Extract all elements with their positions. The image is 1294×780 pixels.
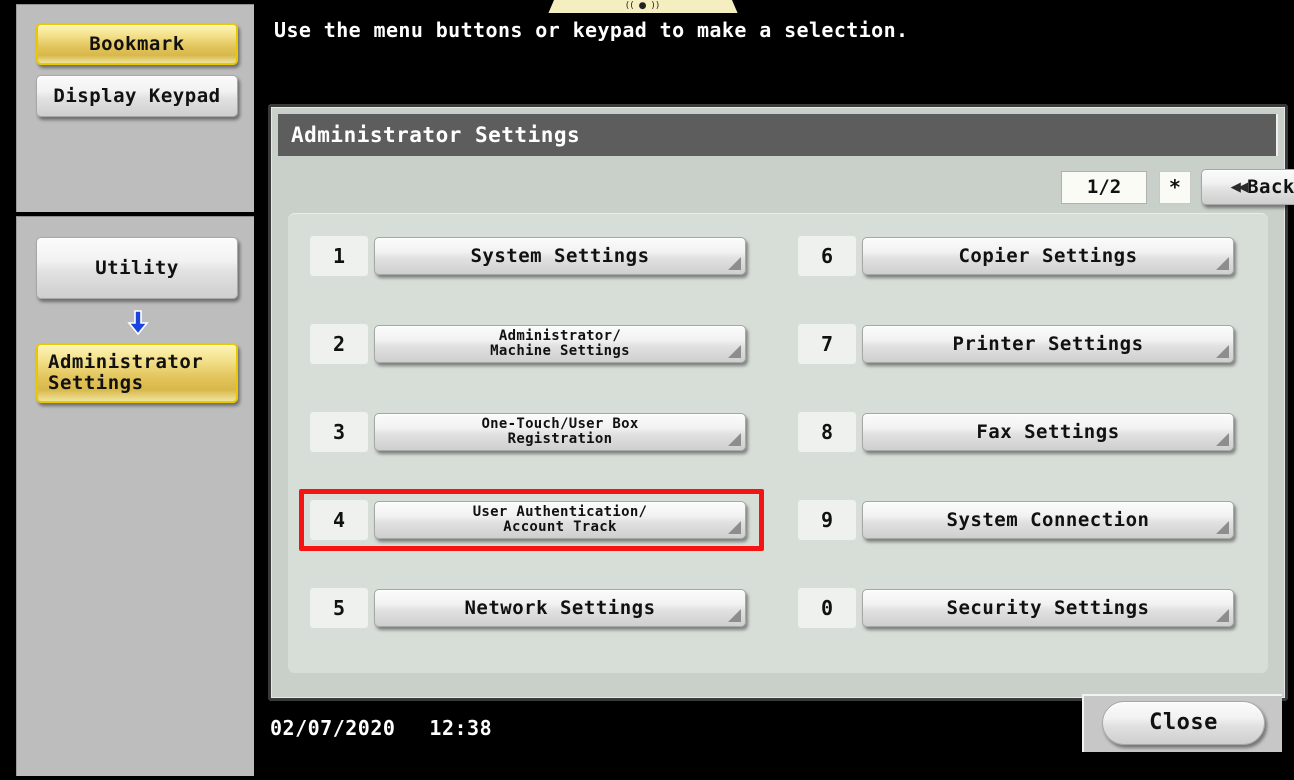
sidebar-item-utility[interactable]: Utility	[36, 237, 238, 299]
menu-number: 5	[310, 588, 368, 628]
close-button[interactable]: Close	[1102, 701, 1265, 745]
menu-button-label: System Settings	[470, 244, 650, 267]
menu-button-label: Copier Settings	[958, 244, 1138, 267]
sidebar-item-administrator-settings[interactable]: Administrator Settings	[36, 343, 238, 403]
close-button-label: Close	[1149, 710, 1218, 736]
menu-item-administrator-machine-settings[interactable]: 2 Administrator/ Machine Settings	[310, 324, 746, 364]
page-indicator-text: 1/2	[1086, 176, 1122, 198]
pagination-bar: 1/2 * ◀◀ Back For- ward ▶▶ #	[1061, 167, 1294, 207]
close-button-area: Close	[1082, 694, 1282, 752]
menu-button-label-line1: User Authentication/	[472, 503, 648, 520]
dialog-title: Administrator Settings	[278, 114, 1278, 156]
menu-button-label-line1: One-Touch/User Box	[481, 415, 639, 432]
sidebar-bottom-group: Utility Administrator Settings	[16, 216, 254, 776]
menu-button-label-line2: Machine Settings	[490, 343, 630, 359]
menu-item-printer-settings[interactable]: 7 Printer Settings	[798, 324, 1234, 364]
back-arrow-icon: ◀◀	[1230, 176, 1249, 197]
mfp-control-panel-screen: Bookmark Display Keypad Utility Administ…	[0, 0, 1294, 780]
menu-number-label: 4	[332, 508, 346, 532]
back-button-label: Back	[1247, 175, 1294, 198]
menu-button[interactable]: One-Touch/User Box Registration	[374, 413, 746, 451]
radio-indicator-icon: (( ● ))	[625, 1, 661, 11]
menu-button-label: Fax Settings	[976, 420, 1120, 443]
menu-number: 0	[798, 588, 856, 628]
dialog-title-text: Administrator Settings	[291, 123, 581, 147]
footer-status: 02/07/2020 12:38	[270, 716, 492, 740]
administrator-settings-dialog: Administrator Settings 1/2 * ◀◀ Back For…	[268, 104, 1294, 701]
menu-number: 7	[798, 324, 856, 364]
sidebar-item-display-keypad[interactable]: Display Keypad	[36, 75, 238, 117]
menu-button[interactable]: Security Settings	[862, 589, 1234, 627]
bookmark-label: Bookmark	[89, 32, 185, 55]
menu-number: 4	[310, 500, 368, 540]
menu-item-network-settings[interactable]: 5 Network Settings	[310, 588, 746, 628]
menu-number-label: 1	[332, 244, 346, 268]
menu-number-label: 7	[820, 332, 834, 356]
menu-button[interactable]: Copier Settings	[862, 237, 1234, 275]
menu-item-user-authentication-account-track[interactable]: 4 User Authentication/ Account Track	[310, 500, 746, 540]
menu-button-label: Printer Settings	[952, 332, 1144, 355]
menu-item-fax-settings[interactable]: 8 Fax Settings	[798, 412, 1234, 452]
menu-number: 1	[310, 236, 368, 276]
menu-number-label: 0	[820, 596, 834, 620]
menu-number: 6	[798, 236, 856, 276]
menu-number-label: 3	[332, 420, 346, 444]
utility-label: Utility	[95, 256, 179, 279]
message-bar: Use the menu buttons or keypad to make a…	[262, 13, 1294, 46]
sidebar-item-bookmark[interactable]: Bookmark	[36, 23, 238, 65]
menu-button-label-line1: Administrator/	[498, 327, 622, 344]
menu-number: 3	[310, 412, 368, 452]
menu-button[interactable]: System Connection	[862, 501, 1234, 539]
menu-button[interactable]: Administrator/ Machine Settings	[374, 325, 746, 363]
menu-number: 9	[798, 500, 856, 540]
menu-number-label: 8	[820, 420, 834, 444]
administrator-settings-label-line1: Administrator	[48, 351, 204, 374]
menu-number-label: 9	[820, 508, 834, 532]
menu-button-label: System Connection	[946, 508, 1150, 531]
menu-button-label: Security Settings	[946, 596, 1150, 619]
footer-date: 02/07/2020	[270, 716, 396, 740]
menu-button-label-line2: Account Track	[503, 519, 617, 535]
menu-number-label: 5	[332, 596, 346, 620]
administrator-settings-label-line2: Settings	[48, 372, 144, 394]
menu-button[interactable]: System Settings	[374, 237, 746, 275]
menu-button[interactable]: User Authentication/ Account Track	[374, 501, 746, 539]
star-key-label: *	[1168, 175, 1181, 199]
menu-button-label-line2: Registration	[507, 431, 613, 447]
arrow-down-icon	[126, 309, 150, 337]
left-sidebar: Bookmark Display Keypad Utility Administ…	[4, 4, 256, 776]
menu-item-security-settings[interactable]: 0 Security Settings	[798, 588, 1234, 628]
star-key-badge[interactable]: *	[1159, 170, 1191, 204]
menu-number-label: 2	[332, 332, 346, 356]
menu-grid-panel: 1 System Settings 2 Administrator/ Machi…	[288, 213, 1268, 673]
menu-button-label: Network Settings	[464, 596, 656, 619]
menu-number-label: 6	[820, 244, 834, 268]
footer-time: 12:38	[429, 716, 493, 740]
menu-button[interactable]: Printer Settings	[862, 325, 1234, 363]
display-keypad-label: Display Keypad	[53, 84, 221, 107]
page-indicator: 1/2	[1061, 170, 1148, 204]
status-tab: (( ● ))	[548, 0, 738, 14]
sidebar-top-group: Bookmark Display Keypad	[16, 4, 254, 212]
menu-button[interactable]: Fax Settings	[862, 413, 1234, 451]
menu-number: 8	[798, 412, 856, 452]
menu-button[interactable]: Network Settings	[374, 589, 746, 627]
menu-item-system-settings[interactable]: 1 System Settings	[310, 236, 746, 276]
menu-item-copier-settings[interactable]: 6 Copier Settings	[798, 236, 1234, 276]
menu-item-system-connection[interactable]: 9 System Connection	[798, 500, 1234, 540]
menu-number: 2	[310, 324, 368, 364]
menu-item-one-touch-user-box-registration[interactable]: 3 One-Touch/User Box Registration	[310, 412, 746, 452]
message-text: Use the menu buttons or keypad to make a…	[274, 17, 909, 42]
back-button[interactable]: ◀◀ Back	[1200, 169, 1294, 205]
